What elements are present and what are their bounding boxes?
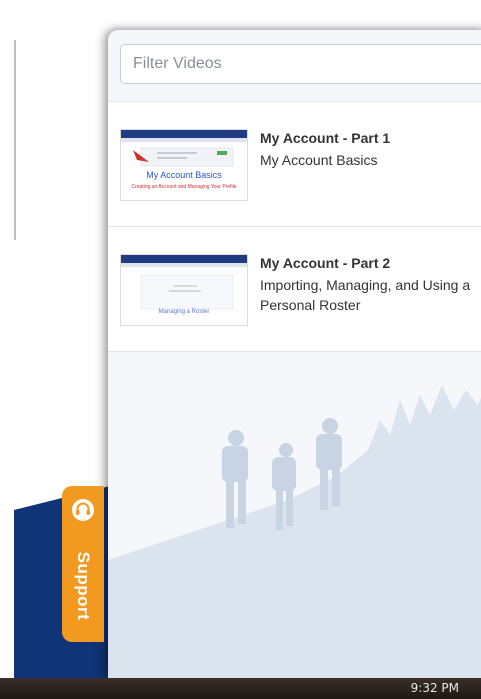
thumbnail-header bbox=[121, 255, 247, 263]
video-thumbnail[interactable]: My Account Basics Creating an Account an… bbox=[120, 129, 248, 201]
thumbnail-subheader bbox=[121, 263, 247, 267]
thumbnail-header bbox=[121, 130, 247, 138]
divider bbox=[108, 351, 481, 352]
taskbar: 9:32 PM bbox=[0, 678, 481, 699]
video-thumbnail[interactable]: Managing a Roster bbox=[120, 254, 248, 326]
support-button[interactable]: Support bbox=[62, 486, 104, 642]
video-description: Importing, Managing, and Using a Persona… bbox=[260, 277, 471, 313]
thumbnail-subheader bbox=[121, 138, 247, 142]
video-description: My Account Basics bbox=[260, 152, 378, 168]
thumbnail-subcaption: Creating an Account and Managing Your Pr… bbox=[131, 184, 237, 190]
video-panel: My Account Basics Creating an Account an… bbox=[108, 30, 481, 678]
filter-videos-input[interactable] bbox=[120, 44, 481, 84]
video-item-part-1[interactable]: My Account Basics Creating an Account an… bbox=[108, 102, 481, 226]
thumbnail-screenshot bbox=[133, 147, 234, 167]
hikers-illustration bbox=[108, 385, 481, 678]
support-label: Support bbox=[74, 551, 93, 621]
video-item-part-2[interactable]: Managing a Roster My Account - Part 2 Im… bbox=[108, 227, 481, 351]
taskbar-clock[interactable]: 9:32 PM bbox=[411, 681, 459, 695]
headset-icon bbox=[72, 499, 94, 521]
video-title: My Account - Part 2 bbox=[260, 255, 391, 271]
thumbnail-caption: My Account Basics bbox=[146, 170, 222, 180]
video-title: My Account - Part 1 bbox=[260, 130, 391, 146]
thumbnail-screenshot bbox=[140, 274, 234, 310]
thumbnail-caption: Managing a Roster bbox=[158, 309, 210, 315]
